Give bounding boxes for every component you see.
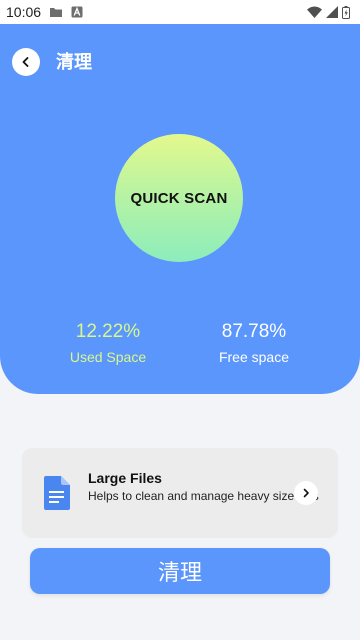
folder-icon [49, 6, 63, 18]
screen: 10:06 清理 QUICK SCAN 12.22% Used Space 87… [0, 0, 360, 640]
back-button[interactable] [12, 48, 40, 76]
chevron-left-icon [20, 56, 32, 68]
signal-icon [326, 6, 338, 18]
page-title: 清理 [56, 52, 92, 72]
document-icon [44, 476, 70, 510]
clean-button[interactable]: 清理 [30, 548, 330, 594]
wifi-icon [307, 6, 322, 18]
quick-scan-button[interactable]: QUICK SCAN [115, 134, 243, 262]
status-time: 10:06 [6, 4, 42, 20]
used-space-stat: 12.22% Used Space [38, 320, 178, 367]
hero-panel: 清理 QUICK SCAN 12.22% Used Space 87.78% F… [0, 24, 360, 394]
chevron-right-icon[interactable] [294, 481, 318, 505]
large-files-description: Helps to clean and manage heavy size fil… [88, 489, 319, 503]
large-files-title: Large Files [88, 470, 162, 486]
used-space-value: 12.22% [75, 321, 141, 342]
battery-icon [342, 5, 350, 19]
a-letter-icon [71, 6, 83, 18]
used-space-label: Used Space [69, 349, 147, 365]
status-left: 10:06 [6, 4, 83, 20]
free-space-label: Free space [218, 349, 290, 365]
large-files-card[interactable]: Large Files Helps to clean and manage he… [22, 448, 338, 538]
free-space-stat: 87.78% Free space [184, 320, 324, 367]
free-space-value: 87.78% [221, 321, 287, 342]
quick-scan-label: QUICK SCAN [130, 189, 228, 207]
status-bar: 10:06 [0, 0, 360, 24]
status-right [307, 5, 350, 19]
